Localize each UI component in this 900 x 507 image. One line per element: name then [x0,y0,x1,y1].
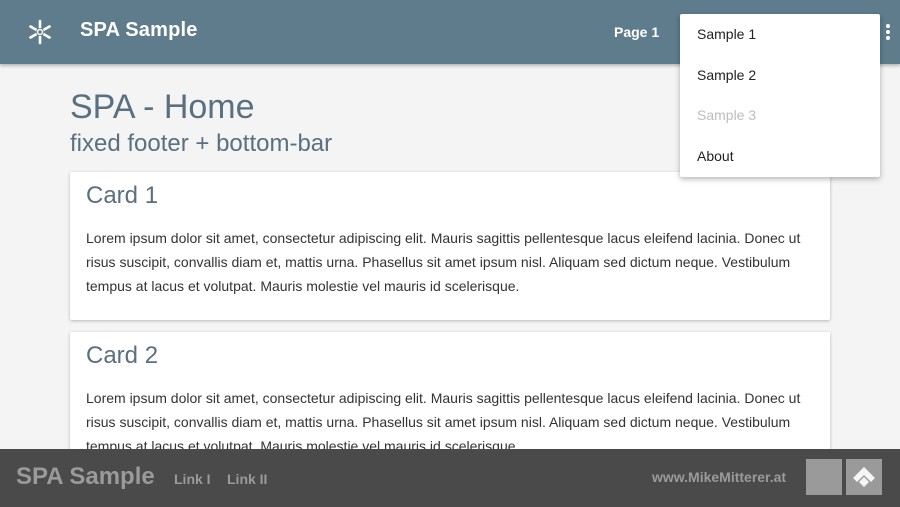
menu-item-about[interactable]: About [680,142,880,183]
dropdown-menu: Sample 1 Sample 2 Sample 3 About [680,14,880,177]
more-vert-icon[interactable] [883,24,893,42]
menu-item-sample2[interactable]: Sample 2 [680,61,880,102]
footer-title: SPA Sample [16,463,155,490]
card: Card 1 Lorem ipsum dolor sit amet, conse… [70,172,830,320]
footer-link-2[interactable]: Link II [227,471,267,487]
footer: SPA Sample Link I Link II www.MikeMitter… [0,449,900,507]
footer-site-link[interactable]: www.MikeMitterer.at [652,469,786,485]
feedly-icon[interactable] [846,459,882,495]
menu-item-sample3: Sample 3 [697,107,757,123]
nav-link-page1[interactable]: Page 1 [614,24,659,40]
card-text: Lorem ipsum dolor sit amet, consectetur … [86,390,801,454]
page-title: SPA - Home [70,88,255,126]
card-title: Card 2 [86,342,159,369]
page-subtitle: fixed footer + bottom-bar [70,130,333,157]
snowflake-icon[interactable] [26,18,54,46]
menu-item-sample1[interactable]: Sample 1 [680,20,880,61]
card-text: Lorem ipsum dolor sit amet, consectetur … [86,230,801,294]
footer-link-1[interactable]: Link I [174,471,211,487]
footer-button[interactable] [806,459,842,495]
card-title: Card 1 [86,182,159,209]
app-title[interactable]: SPA Sample [80,19,198,42]
